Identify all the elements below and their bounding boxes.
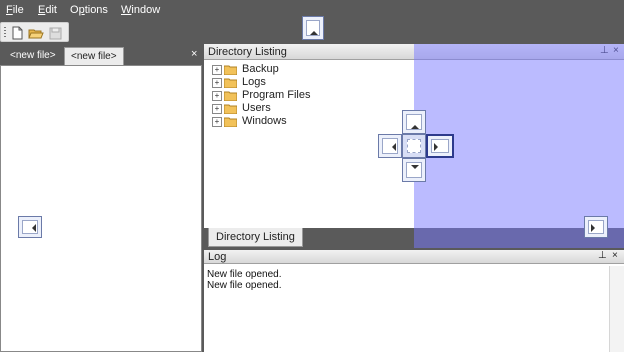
folder-icon (224, 104, 237, 114)
document-editor[interactable] (0, 65, 202, 352)
log-line: New file opened. (207, 280, 282, 291)
tree-label: Program Files (242, 89, 311, 101)
dock-guide-compass-center-icon[interactable] (402, 134, 426, 158)
new-document-icon[interactable] (9, 25, 25, 41)
panel-title: Log (208, 251, 227, 263)
log-scrollbar[interactable] (609, 266, 624, 352)
dock-guide-compass-top-icon[interactable] (402, 110, 426, 134)
log-header[interactable]: Log ⊥ × (204, 250, 624, 264)
document-tab-strip: <new file> <new file> × (0, 46, 203, 65)
panel-title: Directory Listing (208, 46, 287, 58)
expand-icon[interactable]: + (212, 78, 222, 88)
menu-edit[interactable]: Edit (38, 4, 57, 16)
menu-window[interactable]: Window (121, 4, 160, 16)
log-line: New file opened. (207, 269, 282, 280)
tree-label: Windows (242, 115, 287, 127)
dock-guide-right-icon[interactable] (584, 216, 608, 238)
expand-icon[interactable]: + (212, 65, 222, 75)
toolbar (0, 22, 69, 42)
log-panel: Log ⊥ × New file opened. New file opened… (204, 250, 624, 352)
toolbar-grip[interactable] (4, 27, 6, 39)
folder-icon (224, 65, 237, 75)
dock-guide-compass-left-icon[interactable] (378, 134, 402, 158)
tree-label: Users (242, 102, 271, 114)
folder-icon (224, 78, 237, 88)
expand-icon[interactable]: + (212, 117, 222, 127)
close-icon[interactable]: × (612, 250, 618, 261)
tree-item-program-files[interactable]: + Program Files (210, 89, 410, 102)
menu-options[interactable]: Options (70, 4, 108, 16)
tree-item-logs[interactable]: + Logs (210, 76, 410, 89)
close-document-icon[interactable]: × (191, 48, 197, 60)
menu-file[interactable]: File (6, 4, 24, 16)
dock-guide-compass-bottom-icon[interactable] (402, 158, 426, 182)
tree-item-users[interactable]: + Users (210, 102, 410, 115)
dock-guide-left-icon[interactable] (18, 216, 42, 238)
tree-item-windows[interactable]: + Windows (210, 115, 410, 128)
folder-icon (224, 91, 237, 101)
tab-directory-listing[interactable]: Directory Listing (208, 228, 303, 247)
dock-guide-top-icon[interactable] (302, 16, 324, 40)
dock-guide-compass-right-icon[interactable] (426, 134, 454, 158)
tab-new-file-2[interactable]: <new file> (64, 47, 124, 65)
tree-label: Logs (242, 76, 266, 88)
expand-icon[interactable]: + (212, 104, 222, 114)
save-disabled-icon (47, 25, 63, 41)
tree-label: Backup (242, 63, 279, 75)
pin-icon[interactable]: ⊥ (598, 250, 607, 261)
open-folder-icon[interactable] (28, 25, 44, 41)
expand-icon[interactable]: + (212, 91, 222, 101)
tab-new-file-1[interactable]: <new file> (4, 47, 62, 65)
tree-item-backup[interactable]: + Backup (210, 63, 410, 76)
folder-icon (224, 117, 237, 127)
